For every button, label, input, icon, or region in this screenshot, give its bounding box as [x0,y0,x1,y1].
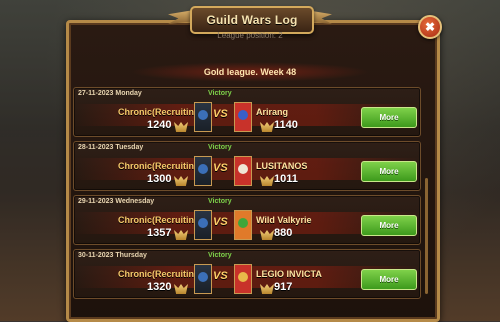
more-button[interactable]: More [361,161,417,182]
war-log-row: 28-11-2023 Tuesday Victory Chronic(Recru… [73,141,421,191]
guild-emblem-icon [198,164,208,174]
opponent-guild-banner [234,156,252,186]
guild-emblem-icon [238,164,248,174]
own-guild-name: Chronic(Recruiting) [118,107,203,117]
close-button[interactable]: ✖ [418,15,442,39]
opponent-guild-name: LUSITANOS [256,161,308,171]
vs-label: VS [213,216,228,228]
close-icon: ✖ [424,20,436,34]
guild-emblem-icon [198,110,208,120]
own-guild-banner [194,156,212,186]
opponent-guild-score: 917 [274,281,293,293]
own-guild-score: 1240 [147,119,172,131]
own-guild-score: 1300 [147,173,172,185]
war-date: 29-11-2023 Wednesday [78,198,155,205]
more-button[interactable]: More [361,269,417,290]
opponent-guild-banner [234,210,252,240]
war-date: 28-11-2023 Tuesday [78,144,144,151]
vs-label: VS [213,162,228,174]
own-guild-banner [194,264,212,294]
opponent-guild-score: 1140 [274,119,298,131]
opponent-guild-name: LEGIO INVICTA [256,269,322,279]
opponent-guild-score: 1011 [274,173,298,185]
league-header: Gold league. Week 48 [203,67,297,77]
scrollbar[interactable] [425,178,428,294]
war-log-row: 30-11-2023 Thursday Victory Chronic(Recr… [73,249,421,299]
guild-emblem-icon [238,272,248,282]
vs-label: VS [213,270,228,282]
guild-emblem-icon [238,218,248,228]
own-guild-score: 1320 [147,281,172,293]
guild-emblem-icon [198,272,208,282]
more-button[interactable]: More [361,215,417,236]
opponent-guild-name: Arirang [256,107,289,117]
war-result: Victory [208,198,232,205]
guild-emblem-icon [238,110,248,120]
war-result: Victory [208,90,232,97]
title-plate: Guild Wars Log [190,6,314,34]
opponent-guild-name: Wild Valkyrie [256,215,312,225]
war-result: Victory [208,144,232,151]
guild-emblem-icon [198,218,208,228]
war-result: Victory [208,252,232,259]
own-guild-score: 1357 [147,227,172,239]
opponent-guild-score: 880 [274,227,293,239]
own-guild-name: Chronic(Recruiting) [118,161,203,171]
more-button[interactable]: More [361,107,417,128]
opponent-guild-banner [234,102,252,132]
own-guild-banner [194,210,212,240]
own-guild-banner [194,102,212,132]
war-date: 27-11-2023 Monday [78,90,142,97]
war-log-row: 27-11-2023 Monday Victory Chronic(Recrui… [73,87,421,137]
own-guild-name: Chronic(Recruiting) [118,215,203,225]
window-title: Guild Wars Log [206,13,298,27]
war-log-row: 29-11-2023 Wednesday Victory Chronic(Rec… [73,195,421,245]
opponent-guild-banner [234,264,252,294]
war-date: 30-11-2023 Thursday [78,252,147,259]
vs-label: VS [213,108,228,120]
own-guild-name: Chronic(Recruiting) [118,269,203,279]
